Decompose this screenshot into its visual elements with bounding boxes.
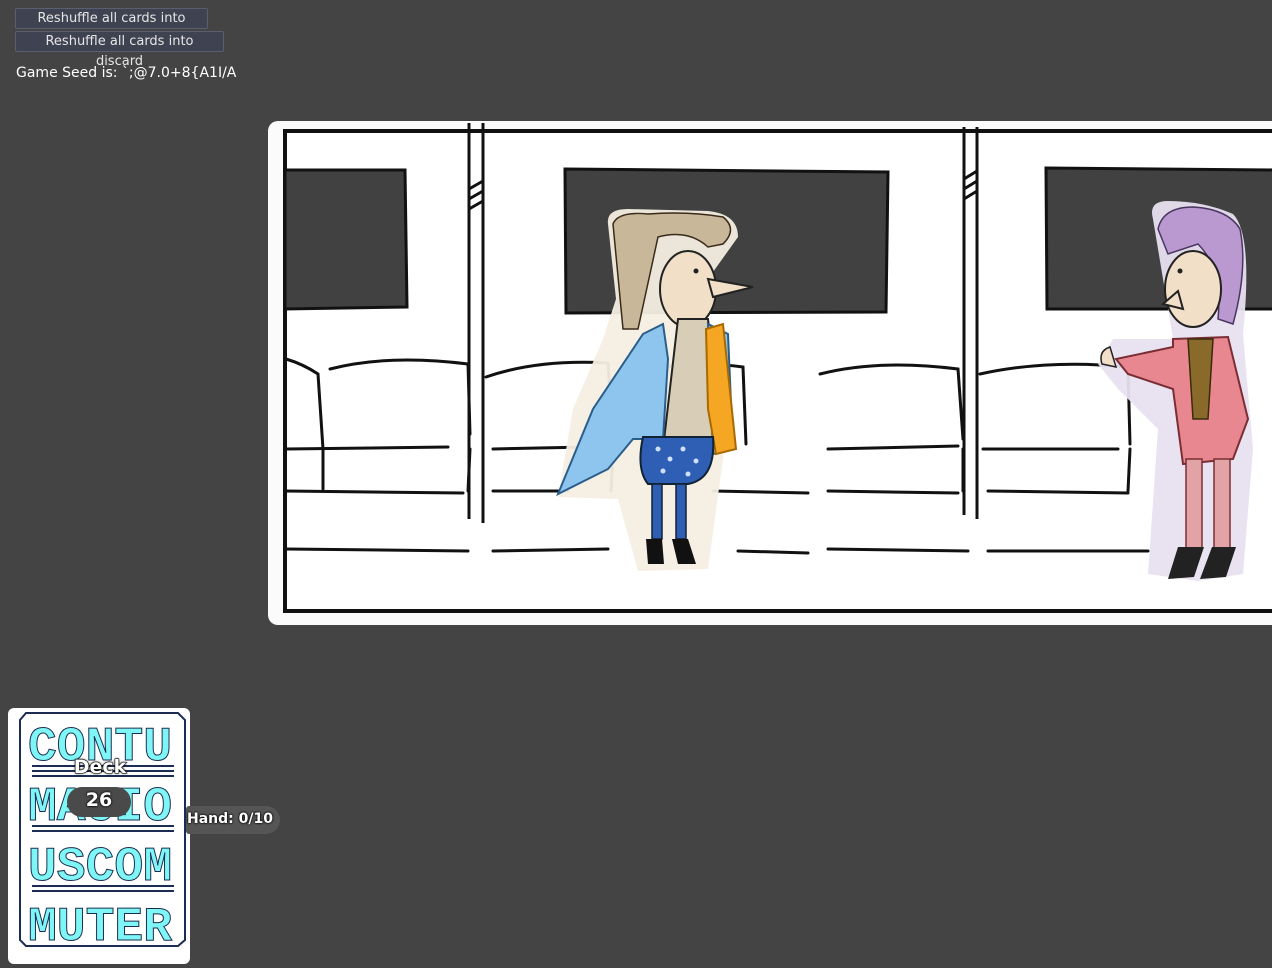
subway-scene-illustration [268, 121, 1272, 625]
deck-card[interactable]: CONTU MACIO USCOM MUTER [8, 708, 190, 964]
deck-card-back: CONTU MACIO USCOM MUTER [8, 708, 190, 964]
subway-scene [268, 119, 1272, 627]
deck-count: 26 [85, 789, 113, 811]
reshuffle-into-deck-button[interactable]: Reshuffle all cards into deck [15, 8, 208, 46]
reshuffle-into-discard-button[interactable]: Reshuffle all cards into discard [15, 31, 224, 69]
hand-count-label: Hand: 0/10 [187, 811, 273, 827]
game-seed-text: Game Seed is: `;@7.0+8{A1I/A [16, 65, 237, 81]
deck-label: Deck [73, 756, 127, 779]
card-back-line-4: MUTER [28, 901, 172, 955]
